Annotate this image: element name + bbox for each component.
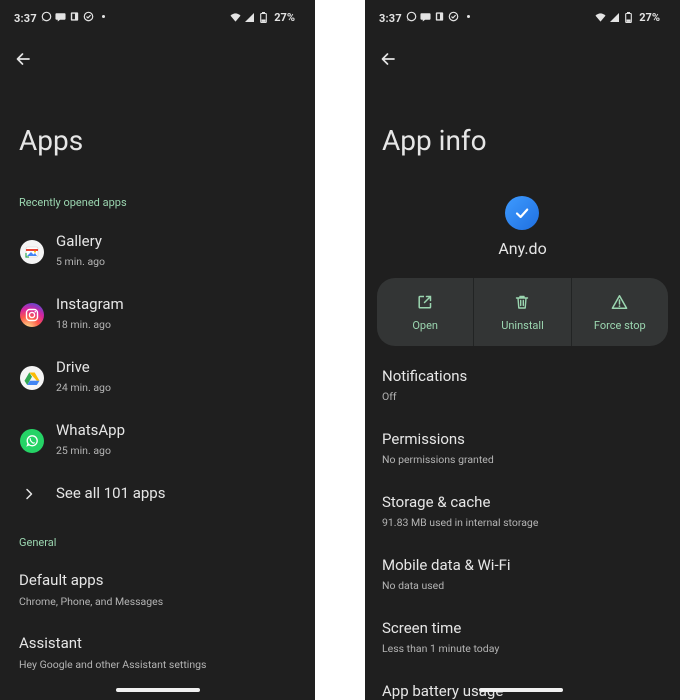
status-time: 3:37: [379, 12, 402, 25]
setting-title: Storage & cache: [382, 493, 491, 511]
setting-subtitle: No permissions granted: [382, 453, 494, 466]
system-icons: 27%: [595, 11, 660, 24]
setting-title: Screen time: [382, 619, 462, 637]
recent-app-whatsapp[interactable]: WhatsApp 25 min. ago: [0, 417, 315, 471]
setting-title: Mobile data & Wi-Fi: [382, 556, 511, 574]
setting-subtitle: Less than 1 minute today: [382, 642, 500, 655]
app-action-bar: Open Uninstall Force stop: [377, 278, 668, 346]
app-last-opened: 18 min. ago: [56, 318, 111, 331]
setting-subtitle: Chrome, Phone, and Messages: [19, 595, 164, 608]
whatsapp-notification-icon: [41, 11, 52, 22]
status-bar: 3:37 27%: [0, 8, 315, 30]
back-arrow-icon[interactable]: [14, 50, 32, 68]
battery-percent: 27%: [639, 11, 660, 24]
open-external-icon: [416, 293, 434, 311]
battery-percent: 27%: [274, 11, 295, 24]
storage-cache-setting[interactable]: Storage & cache 91.83 MB used in interna…: [365, 493, 680, 545]
uninstall-label: Uninstall: [501, 319, 544, 332]
force-stop-label: Force stop: [593, 319, 646, 332]
app-info-screen: 3:37 27% App info Any.do Open Uninstall …: [365, 0, 680, 700]
mobile-data-wifi-setting[interactable]: Mobile data & Wi-Fi No data used: [365, 556, 680, 608]
screen-time-setting[interactable]: Screen time Less than 1 minute today: [365, 619, 680, 671]
chat-notification-icon: [420, 11, 431, 22]
open-label: Open: [412, 319, 438, 332]
battery-icon: [623, 12, 634, 23]
whatsapp-icon: [20, 429, 44, 453]
anydo-app-icon: [505, 196, 539, 230]
app-name: WhatsApp: [56, 421, 126, 439]
gesture-nav-handle[interactable]: [116, 688, 200, 692]
chevron-right-icon: [22, 486, 36, 500]
general-section-label: General: [19, 536, 57, 549]
cellular-signal-icon: [244, 12, 255, 23]
notification-icons: [406, 11, 470, 22]
setting-title: Notifications: [382, 367, 468, 385]
trash-icon: [513, 293, 531, 311]
whatsapp-notification-icon: [406, 11, 417, 22]
system-icons: 27%: [230, 11, 295, 24]
app-name: Drive: [56, 358, 90, 376]
check-circle-notification-icon: [83, 11, 94, 22]
app-last-opened: 5 min. ago: [56, 255, 106, 268]
setting-subtitle: No data used: [382, 579, 445, 592]
notifications-setting[interactable]: Notifications Off: [365, 367, 680, 419]
notification-icons: [41, 11, 105, 22]
setting-subtitle: Off: [382, 390, 397, 403]
setting-title: Assistant: [19, 634, 82, 652]
battery-icon: [258, 12, 269, 23]
wifi-icon: [230, 12, 241, 23]
recent-app-instagram[interactable]: Instagram 18 min. ago: [0, 291, 315, 345]
recent-app-gallery[interactable]: Gallery 5 min. ago: [0, 228, 315, 282]
see-all-apps-label: See all 101 apps: [56, 484, 166, 502]
screenshot-notification-icon: [69, 11, 80, 22]
page-title: Apps: [19, 124, 84, 157]
setting-title: Default apps: [19, 571, 104, 589]
app-name: Any.do: [498, 239, 547, 258]
more-notifications-dot: [467, 15, 470, 18]
gesture-nav-handle[interactable]: [479, 688, 563, 692]
setting-subtitle: 91.83 MB used in internal storage: [382, 516, 539, 529]
check-circle-notification-icon: [448, 11, 459, 22]
app-last-opened: 25 min. ago: [56, 444, 111, 457]
see-all-apps-button[interactable]: See all 101 apps: [0, 478, 315, 510]
gallery-icon: [20, 240, 44, 264]
assistant-setting[interactable]: Assistant Hey Google and other Assistant…: [0, 634, 315, 686]
app-name: Instagram: [56, 295, 124, 313]
open-button[interactable]: Open: [377, 278, 473, 346]
setting-title: Permissions: [382, 430, 465, 448]
back-arrow-icon[interactable]: [379, 50, 397, 68]
status-bar: 3:37 27%: [365, 8, 680, 30]
chat-notification-icon: [55, 11, 66, 22]
wifi-icon: [595, 12, 606, 23]
screenshot-notification-icon: [434, 11, 445, 22]
status-time: 3:37: [14, 12, 37, 25]
app-last-opened: 24 min. ago: [56, 381, 111, 394]
recent-app-drive[interactable]: Drive 24 min. ago: [0, 354, 315, 408]
instagram-icon: [20, 303, 44, 327]
default-apps-setting[interactable]: Default apps Chrome, Phone, and Messages: [0, 571, 315, 623]
drive-icon: [20, 366, 44, 390]
recently-opened-label: Recently opened apps: [19, 196, 127, 209]
cellular-signal-icon: [609, 12, 620, 23]
more-notifications-dot: [102, 15, 105, 18]
force-stop-button[interactable]: Force stop: [570, 278, 668, 346]
setting-subtitle: Hey Google and other Assistant settings: [19, 658, 207, 671]
app-name: Gallery: [56, 232, 102, 250]
uninstall-button[interactable]: Uninstall: [473, 278, 570, 346]
page-title: App info: [382, 124, 487, 157]
warning-icon: [611, 293, 629, 311]
apps-screen: 3:37 27% Apps Recently opened apps Galle…: [0, 0, 315, 700]
permissions-setting[interactable]: Permissions No permissions granted: [365, 430, 680, 482]
